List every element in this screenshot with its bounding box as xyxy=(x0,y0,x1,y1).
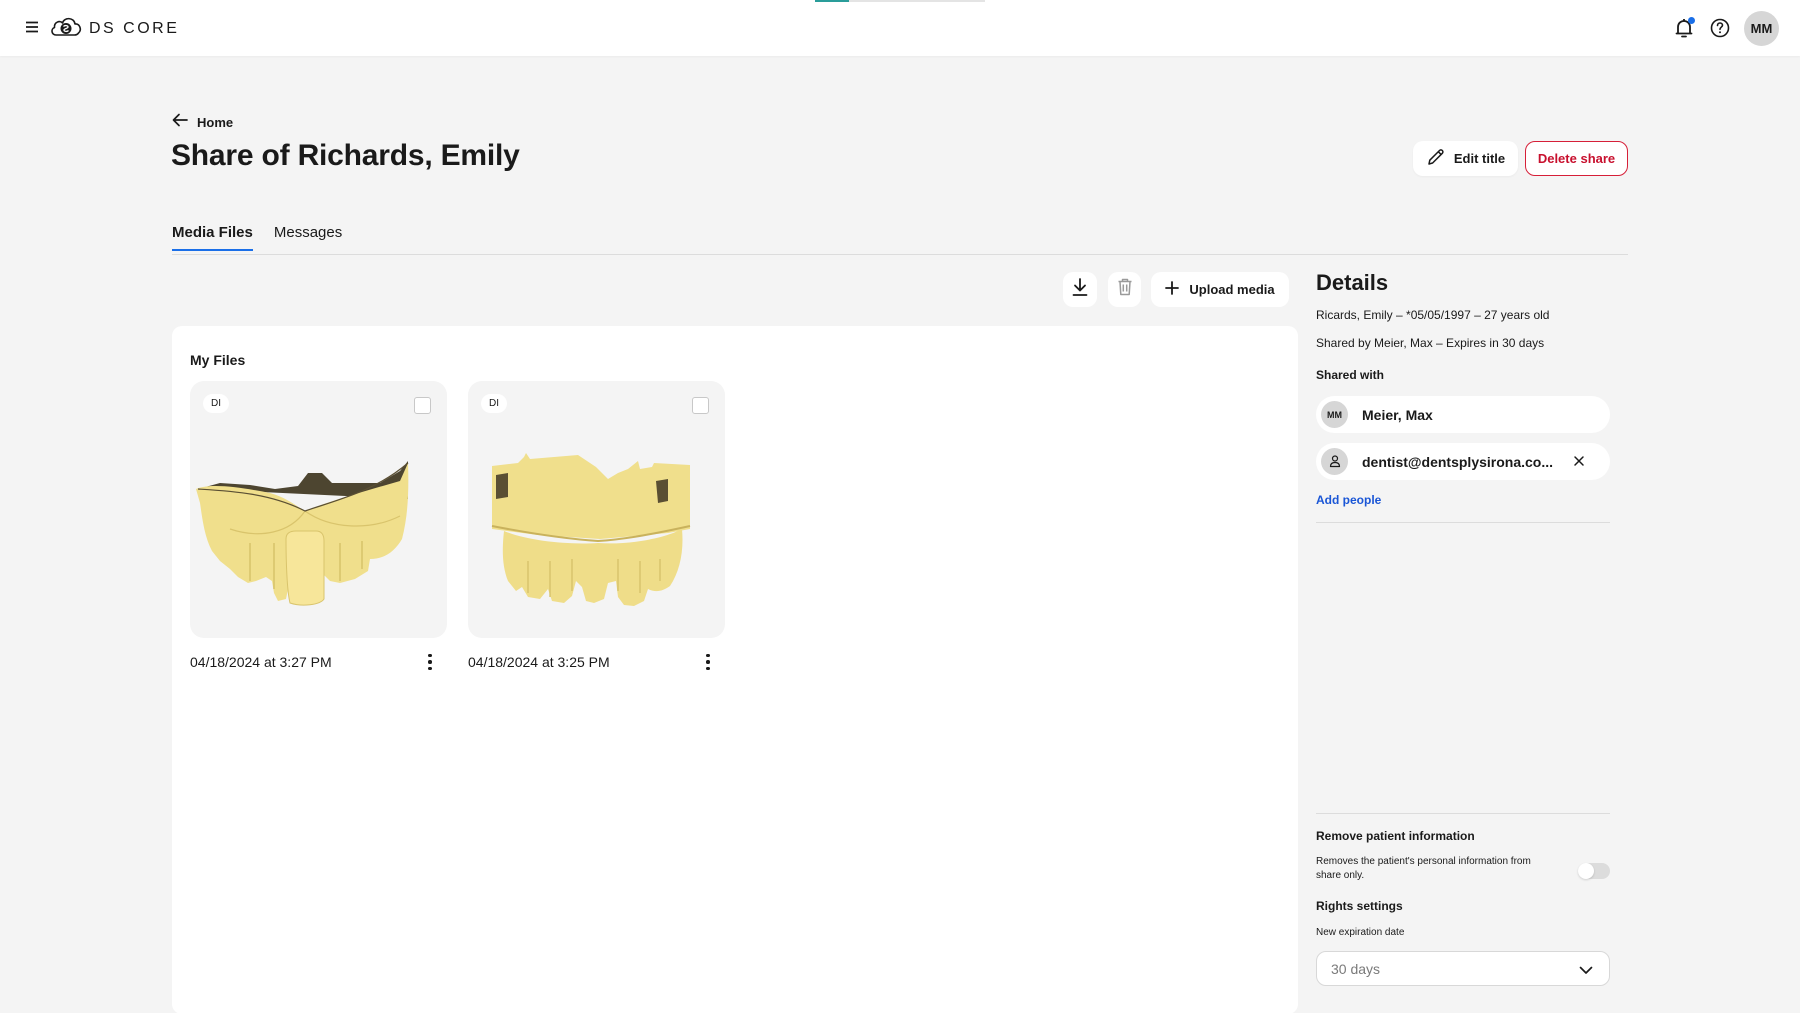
kebab-dot xyxy=(428,660,432,664)
patient-info: Ricards, Emily – *05/05/1997 – 27 years … xyxy=(1316,308,1550,322)
toggle-knob xyxy=(1578,863,1594,879)
delete-files-button[interactable] xyxy=(1108,272,1141,307)
edit-title-label: Edit title xyxy=(1453,151,1506,166)
top-bar: DS CORE MM xyxy=(0,0,1800,56)
kebab-dot xyxy=(706,666,710,671)
rights-settings-heading: Rights settings xyxy=(1316,899,1403,913)
notifications-button[interactable] xyxy=(1672,16,1696,40)
file-select-checkbox[interactable] xyxy=(414,397,431,414)
share-info: Shared by Meier, Max – Expires in 30 day… xyxy=(1316,336,1545,350)
help-button[interactable] xyxy=(1708,16,1732,40)
menu-icon[interactable] xyxy=(24,19,40,35)
person-icon xyxy=(1328,454,1342,470)
remove-patient-info-heading: Remove patient information xyxy=(1316,829,1475,843)
page-title: Share of Richards, Emily xyxy=(171,139,520,172)
loading-progress-bar xyxy=(815,0,985,2)
notification-badge xyxy=(1688,17,1695,24)
file-date: 04/18/2024 at 3:25 PM xyxy=(468,654,610,670)
tab-bar: Media Files Messages xyxy=(172,224,342,251)
brand-name: DS CORE xyxy=(89,19,180,37)
tab-media-files[interactable]: Media Files xyxy=(172,224,253,251)
file-more-options-button[interactable] xyxy=(422,652,438,672)
close-icon xyxy=(1572,455,1586,472)
kebab-dot xyxy=(706,653,710,658)
remove-shared-user-button[interactable] xyxy=(1572,454,1586,468)
dental-scan-thumbnail xyxy=(491,453,691,606)
shared-with-heading: Shared with xyxy=(1316,368,1385,382)
my-files-heading: My Files xyxy=(190,352,246,368)
cloud-logo-icon xyxy=(49,14,83,43)
shared-user-chip: dentist@dentsplysirona.co... xyxy=(1316,443,1610,480)
add-people-link[interactable]: Add people xyxy=(1316,493,1381,507)
kebab-dot xyxy=(706,660,710,664)
expiration-date-value: 30 days xyxy=(1331,960,1381,977)
trash-icon xyxy=(1117,278,1133,301)
chevron-down-icon xyxy=(1579,963,1593,975)
remove-patient-info-toggle[interactable] xyxy=(1578,863,1610,879)
divider xyxy=(1316,522,1610,523)
delete-share-button[interactable]: Delete share xyxy=(1525,141,1628,176)
file-card[interactable]: DI xyxy=(468,381,725,638)
user-avatar xyxy=(1321,448,1348,475)
edit-title-button[interactable]: Edit title xyxy=(1413,141,1518,176)
back-to-home-link[interactable]: Home xyxy=(172,113,233,132)
bell-icon xyxy=(1672,19,1696,44)
kebab-dot xyxy=(428,666,432,671)
expiration-date-label: New expiration date xyxy=(1316,927,1405,938)
upload-media-button[interactable]: Upload media xyxy=(1151,272,1289,307)
file-type-badge: DI xyxy=(481,394,507,413)
file-type-badge: DI xyxy=(203,394,229,413)
shared-user-name: Meier, Max xyxy=(1362,406,1433,423)
file-date: 04/18/2024 at 3:27 PM xyxy=(190,654,332,670)
download-button[interactable] xyxy=(1063,272,1097,307)
details-panel: Details Ricards, Emily – *05/05/1997 – 2… xyxy=(1316,270,1611,986)
help-icon xyxy=(1708,18,1732,44)
brand-logo[interactable]: DS CORE xyxy=(49,14,179,43)
download-icon xyxy=(1071,277,1089,302)
files-panel: My Files DI DI 04/18/2024 at 3:27 PM 04/… xyxy=(172,326,1298,1013)
plus-icon xyxy=(1165,281,1180,298)
upload-media-label: Upload media xyxy=(1189,282,1275,297)
loading-progress-fill xyxy=(815,0,849,2)
arrow-left-icon xyxy=(172,113,188,132)
tab-messages[interactable]: Messages xyxy=(274,224,342,251)
remove-patient-info-description: Removes the patient's personal informati… xyxy=(1316,856,1531,881)
pencil-icon xyxy=(1426,147,1446,170)
shared-user-email: dentist@dentsplysirona.co... xyxy=(1362,453,1554,470)
user-initials-avatar: MM xyxy=(1321,401,1348,428)
shared-user-chip: MM Meier, Max xyxy=(1316,396,1610,433)
tabs-divider xyxy=(172,254,1628,255)
file-card[interactable]: DI xyxy=(190,381,447,638)
details-heading: Details xyxy=(1316,270,1389,295)
file-select-checkbox[interactable] xyxy=(692,397,709,414)
expiration-date-select[interactable]: 30 days xyxy=(1316,951,1610,986)
divider xyxy=(1316,813,1610,814)
back-label: Home xyxy=(197,115,234,130)
kebab-dot xyxy=(428,653,432,658)
user-avatar[interactable]: MM xyxy=(1744,11,1779,46)
dental-scan-thumbnail xyxy=(196,461,409,606)
file-more-options-button[interactable] xyxy=(700,652,716,672)
